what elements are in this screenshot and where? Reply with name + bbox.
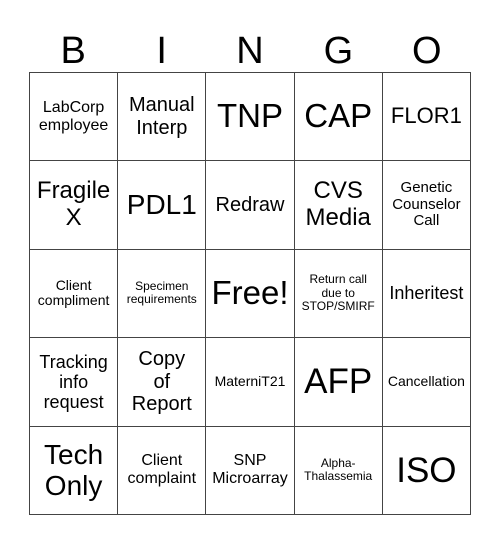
bingo-cell[interactable]: SNP Microarray <box>206 426 295 515</box>
bingo-cell[interactable]: Alpha- Thalassemia <box>294 426 383 515</box>
bingo-cell[interactable]: LabCorp employee <box>30 73 119 162</box>
header-letter-i: I <box>156 30 167 72</box>
bingo-cell[interactable]: Fragile X <box>30 161 119 250</box>
header-letter-g: G <box>323 30 354 72</box>
header-letter-o: O <box>412 30 442 72</box>
bingo-cell[interactable]: Manual Interp <box>118 73 207 162</box>
bingo-cell[interactable]: TNP <box>206 73 295 162</box>
bingo-cell[interactable]: Redraw <box>206 161 295 250</box>
bingo-cell[interactable]: AFP <box>294 338 383 427</box>
bingo-cell[interactable]: Client compliment <box>30 249 119 339</box>
header-letter-n: N <box>236 30 264 72</box>
bingo-cell[interactable]: Inheritest <box>382 249 471 339</box>
bingo-cell[interactable]: Tracking info request <box>30 338 119 427</box>
bingo-cell[interactable]: Client complaint <box>118 426 207 515</box>
bingo-cell[interactable]: Copy of Report <box>118 338 207 427</box>
bingo-cell[interactable]: CAP <box>294 73 383 162</box>
header-letter-b: B <box>60 30 86 72</box>
bingo-grid: LabCorp employee Manual Interp TNP CAP F… <box>29 72 471 515</box>
bingo-cell[interactable]: PDL1 <box>118 161 207 250</box>
bingo-cell[interactable]: Return call due to STOP/SMIRF <box>294 249 383 339</box>
bingo-cell[interactable]: Genetic Counselor Call <box>382 161 471 250</box>
bingo-cell[interactable]: Specimen requirements <box>118 249 207 339</box>
bingo-cell[interactable]: ISO <box>382 426 471 515</box>
bingo-cell-free[interactable]: Free! <box>206 249 295 339</box>
bingo-cell[interactable]: FLOR1 <box>382 73 471 162</box>
bingo-header: B I N G O <box>29 30 471 72</box>
bingo-cell[interactable]: Cancellation <box>382 338 471 427</box>
bingo-cell[interactable]: CVS Media <box>294 161 383 250</box>
bingo-cell[interactable]: Tech Only <box>30 426 119 515</box>
bingo-cell[interactable]: MaterniT21 <box>206 338 295 427</box>
